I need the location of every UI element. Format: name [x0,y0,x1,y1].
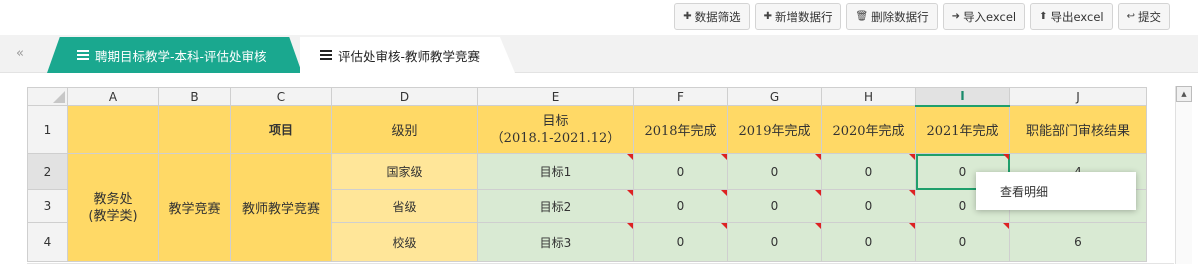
select-all-corner[interactable] [27,87,68,106]
cell-e4[interactable]: 目标3 [477,222,634,262]
filter-button-label: 数据筛选 [694,9,741,24]
submit-button[interactable]: ↩ 提交 [1117,3,1170,30]
list-icon [77,50,89,60]
cell-g2[interactable]: 0 [727,153,822,190]
cell-g1[interactable]: 2019年完成 [727,105,822,154]
cell-h2[interactable]: 0 [821,153,916,190]
trash-icon: 🗑 [855,11,869,22]
cell-f2[interactable]: 0 [633,153,728,190]
filter-button[interactable]: ✚ 数据筛选 [674,3,750,30]
col-header-b[interactable]: B [158,87,231,106]
col-header-a[interactable]: A [67,87,159,106]
col-header-j[interactable]: J [1009,87,1147,106]
tab-strip: « 聘期目标教学-本科-评估处审核 评估处审核-教师教学竞赛 [0,35,1198,73]
submit-button-label: 提交 [1138,9,1161,24]
export-excel-button[interactable]: ⬆ 导出excel [1030,3,1113,30]
cell-b1[interactable] [158,105,231,154]
col-header-g[interactable]: G [727,87,822,106]
cell-i1[interactable]: 2021年完成 [915,105,1010,154]
col-header-h[interactable]: H [821,87,916,106]
vertical-scrollbar[interactable]: ▲ [1175,86,1192,264]
cell-a-line1: 教务处 [93,191,133,207]
cell-d2[interactable]: 国家级 [331,153,478,190]
cell-i4[interactable]: 0 [915,222,1010,262]
col-header-c[interactable]: C [230,87,332,106]
cell-d3[interactable]: 省级 [331,189,478,223]
cell-d1[interactable]: 级别 [331,105,478,154]
toolbar: ✚ 数据筛选 ✚ 新增数据行 🗑 删除数据行 ➜ 导入excel ⬆ 导出excel ↩ 提… [674,3,1170,30]
sign-in-icon: ➜ [951,11,961,22]
delete-row-button-label: 删除数据行 [871,9,929,24]
plus-icon: ✚ [683,11,692,22]
col-header-e[interactable]: E [477,87,634,106]
col-header-d[interactable]: D [331,87,478,106]
cell-e3[interactable]: 目标2 [477,189,634,223]
cell-e1-line1: 目标 [542,113,569,129]
col-header-f[interactable]: F [633,87,728,106]
cell-f3[interactable]: 0 [633,189,728,223]
cell-j1[interactable]: 职能部门审核结果 [1009,105,1147,154]
upload-icon: ⬆ [1039,11,1048,22]
sheet-bottom-border [27,263,1174,264]
cell-h3[interactable]: 0 [821,189,916,223]
cell-f4[interactable]: 0 [633,222,728,262]
cell-a-line2: (教学类) [88,208,138,224]
cell-c1[interactable]: 项目 [230,105,332,154]
row-header-1[interactable]: 1 [27,105,68,154]
row-header-3[interactable]: 3 [27,189,68,223]
back-icon: ↩ [1126,11,1135,22]
cell-e1-line2: （2018.1-2021.12） [490,130,621,146]
cell-a1[interactable] [67,105,159,154]
tab-label: 聘期目标教学-本科-评估处审核 [95,48,267,64]
import-excel-button-label: 导入excel [963,9,1017,24]
cell-h1[interactable]: 2020年完成 [821,105,916,154]
col-header-i[interactable]: I [915,87,1010,107]
cell-b-merged[interactable]: 教学竞赛 [158,153,231,262]
cell-g3[interactable]: 0 [727,189,822,223]
scroll-up-icon[interactable]: ▲ [1176,86,1192,102]
cell-e2[interactable]: 目标1 [477,153,634,190]
collapse-sidebar-icon[interactable]: « [16,46,24,61]
import-excel-button[interactable]: ➜ 导入excel [942,3,1026,30]
row-header-4[interactable]: 4 [27,222,68,262]
tab-teacher-competition-review[interactable]: 评估处审核-教师教学竞赛 [300,37,515,73]
cell-e1[interactable]: 目标 （2018.1-2021.12） [477,105,634,154]
add-row-button[interactable]: ✚ 新增数据行 [754,3,842,30]
add-row-button-label: 新增数据行 [774,9,833,24]
cell-d4[interactable]: 校级 [331,222,478,262]
cell-a-merged[interactable]: 教务处 (教学类) [67,153,159,262]
view-detail-menu-item[interactable]: 查看明细 [1000,183,1048,200]
tab-label: 评估处审核-教师教学竞赛 [338,48,481,64]
plus-icon: ✚ [763,11,772,22]
cell-g4[interactable]: 0 [727,222,822,262]
row-header-2[interactable]: 2 [27,153,68,190]
cell-f1[interactable]: 2018年完成 [633,105,728,154]
cell-c-merged[interactable]: 教师教学竞赛 [230,153,332,262]
delete-row-button[interactable]: 🗑 删除数据行 [846,3,938,30]
list-icon [320,50,332,60]
cell-h4[interactable]: 0 [821,222,916,262]
export-excel-button-label: 导出excel [1050,9,1104,24]
cell-j4[interactable]: 6 [1009,222,1147,262]
context-menu: 查看明细 [976,172,1136,210]
tab-teaching-target-review[interactable]: 聘期目标教学-本科-评估处审核 [47,37,302,73]
